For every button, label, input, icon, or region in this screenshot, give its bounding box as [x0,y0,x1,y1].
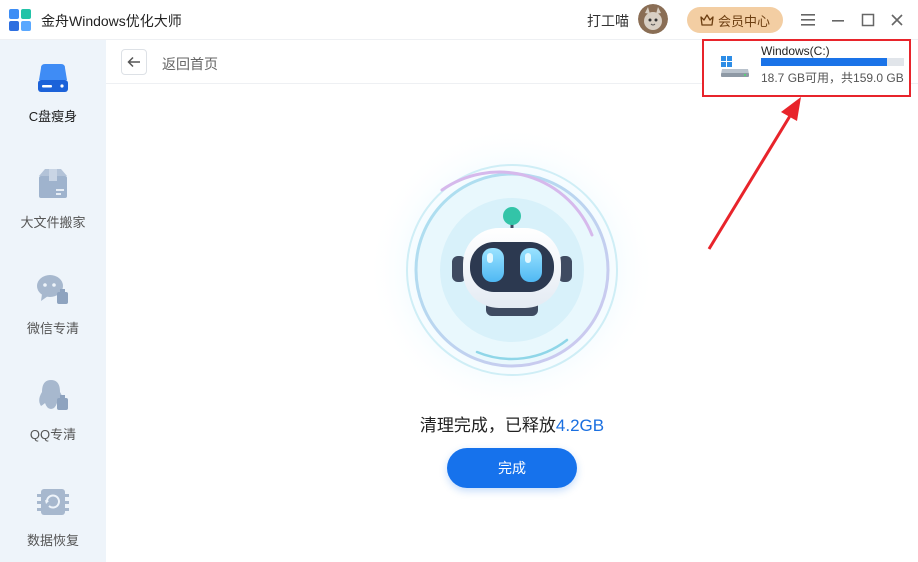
cleanup-result-text: 清理完成，已释放4.2GB [106,411,918,436]
sidebar-item-label: C盘瘦身 [28,109,78,124]
sidebar-item-wechat-clean[interactable]: 微信专清 [0,256,106,356]
sidebar-item-label: 数据恢复 [26,533,79,548]
drive-space-text: 18.7 GB可用，共159.0 GB [761,71,904,85]
arrow-left-icon [127,56,140,68]
vip-center-label: 会员中心 [717,13,770,29]
done-button[interactable]: 完成 [447,448,577,488]
drive-name: Windows(C:) [761,44,830,58]
avatar[interactable] [638,4,668,34]
sidebar: C盘瘦身 大文件搬家 微信专清 QQ专清 数据恢复 [0,40,106,562]
sidebar-item-label: QQ专清 [29,427,77,442]
back-button[interactable] [121,49,147,75]
qq-icon [39,380,68,410]
title-bar: 金舟Windows优化大师 打工喵 会员中心 [0,0,918,40]
freed-amount: 4.2GB [555,416,605,435]
vip-center-button[interactable]: 会员中心 [687,7,783,33]
sidebar-item-label: 大文件搬家 [20,215,86,230]
sidebar-item-large-file-move[interactable]: 大文件搬家 [0,150,106,250]
menu-button[interactable] [798,10,818,30]
menu-icon [801,14,815,26]
app-title: 金舟Windows优化大师 [41,13,182,29]
sidebar-item-c-drive-slim[interactable]: C盘瘦身 [0,44,106,144]
close-icon [891,14,903,26]
box-icon [39,169,67,198]
app-logo-icon [9,9,31,31]
drive-usage-fill [761,58,888,66]
sidebar-item-qq-clean[interactable]: QQ专清 [0,362,106,462]
cat-avatar-icon [638,4,668,34]
minimize-icon [832,20,844,22]
drive-usage-bar [761,58,904,66]
recovery-icon [37,489,69,515]
sidebar-item-label: 微信专清 [26,321,79,336]
username[interactable]: 打工喵 [587,11,629,31]
close-button[interactable] [887,10,907,30]
drive-usage-panel[interactable]: Windows(C:) 18.7 GB可用，共159.0 GB [702,39,911,97]
maximize-icon [861,13,875,27]
result-message: 清理完成，已释放 [419,416,556,435]
minimize-button[interactable] [828,10,848,30]
wechat-icon [37,275,68,304]
drive-icon [38,64,68,92]
back-to-home-link[interactable]: 返回首页 [162,54,218,74]
hard-drive-icon [721,56,749,77]
sidebar-item-data-recovery[interactable]: 数据恢复 [0,468,106,562]
maximize-button[interactable] [858,10,878,30]
crown-icon [700,14,714,26]
robot-illustration [367,125,657,415]
